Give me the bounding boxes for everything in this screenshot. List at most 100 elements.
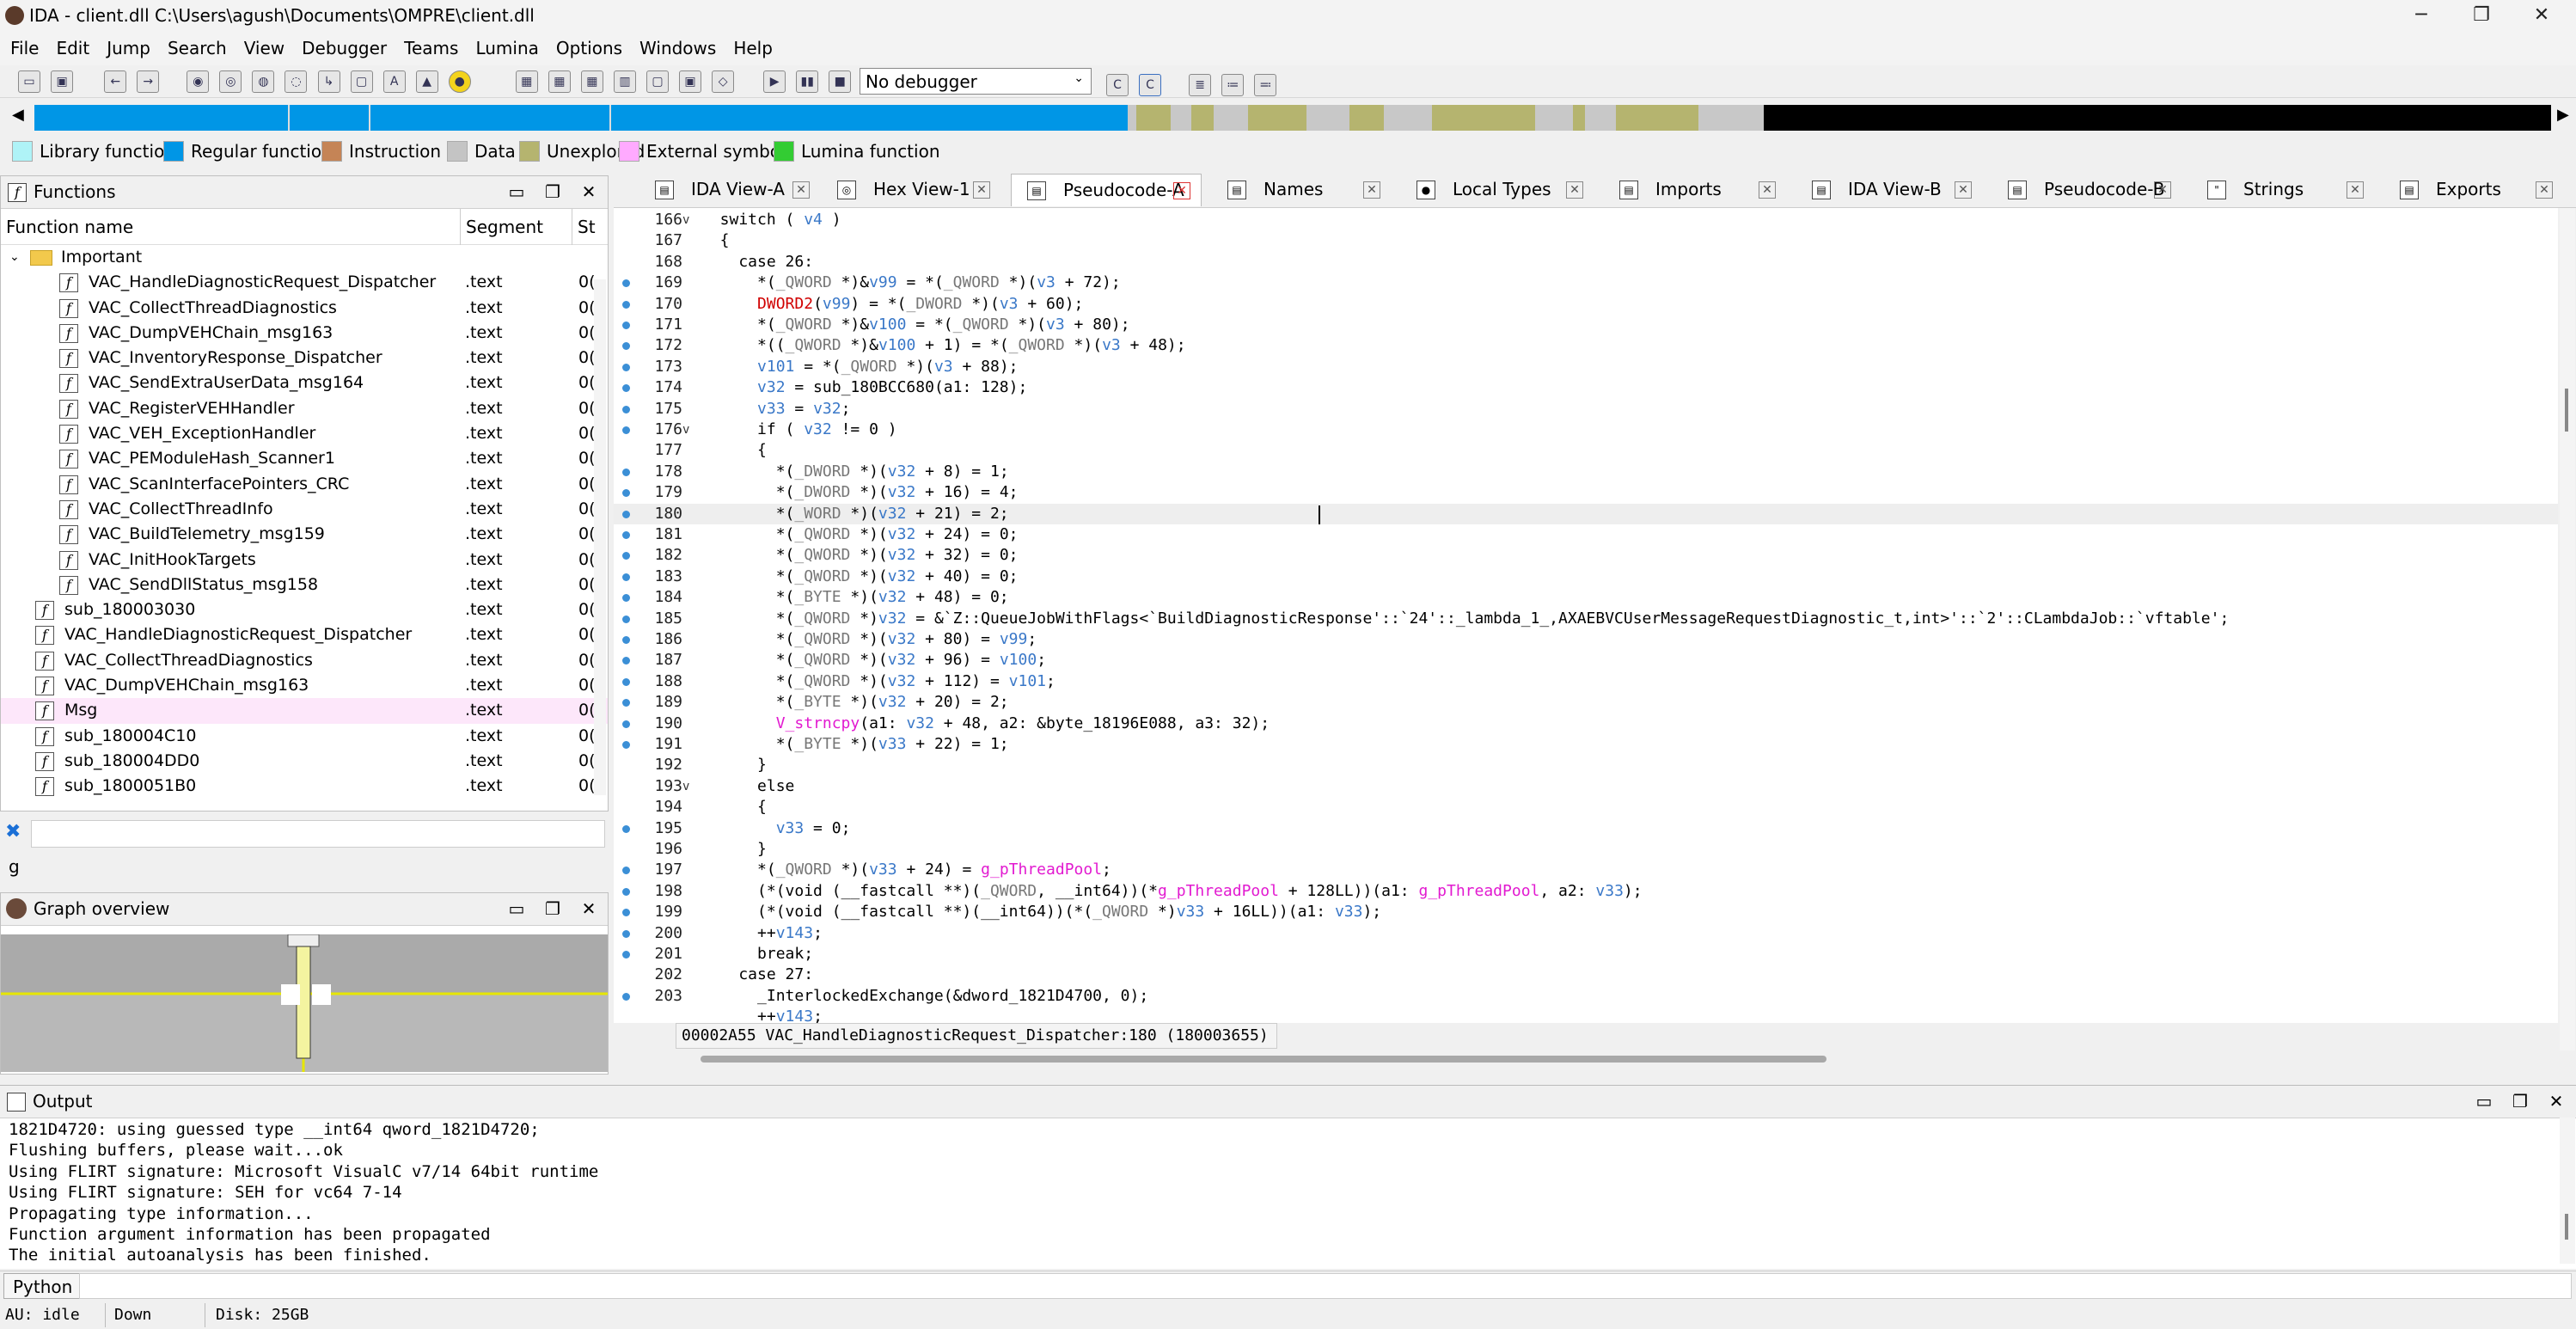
code-line[interactable]: 190 V_strncpy(a1: v32 + 48, a2: &byte_18… <box>614 713 2558 734</box>
tab-close-icon[interactable]: ✕ <box>1955 181 1972 199</box>
function-row[interactable]: f VAC_RegisterVEHHandler .text 0( <box>1 396 608 421</box>
tab-local-types[interactable]: ● Local Types ✕ <box>1401 174 1595 206</box>
code-horizontal-scrollbar[interactable] <box>701 1056 1826 1063</box>
python-language-button[interactable]: Python <box>3 1273 83 1299</box>
menu-edit[interactable]: Edit <box>47 33 98 64</box>
undefine-icon[interactable]: ▢ <box>350 70 373 93</box>
text-icon[interactable]: A <box>382 70 406 93</box>
code-line[interactable]: 203 _InterlockedExchange(&dword_1821D470… <box>614 986 2558 1007</box>
breakpoint-marker-icon[interactable] <box>622 363 630 371</box>
breakpoint-marker-icon[interactable] <box>622 510 630 518</box>
tab-close-icon[interactable]: ✕ <box>1759 181 1776 199</box>
decompile-icon[interactable]: C <box>1139 74 1162 96</box>
folder-row[interactable]: ⌄ Important <box>1 245 608 270</box>
navigation-band[interactable]: ◀ ▶ <box>0 100 2576 134</box>
code-line[interactable]: ++v143; <box>614 1007 2558 1023</box>
column-function-name[interactable]: Function name <box>6 209 133 245</box>
tab-close-icon[interactable]: ✕ <box>973 181 990 199</box>
menu-jump[interactable]: Jump <box>98 33 159 64</box>
breakpoint-marker-icon[interactable] <box>622 887 630 896</box>
function-row[interactable]: f VAC_CollectThreadDiagnostics .text 0( <box>1 296 608 321</box>
function-row[interactable]: f VAC_PEModuleHash_Scanner1 .text 0( <box>1 446 608 471</box>
menu-options[interactable]: Options <box>548 33 631 64</box>
code-line[interactable]: 197 *(_QWORD *)(v33 + 24) = g_pThreadPoo… <box>614 860 2558 880</box>
breakpoint-marker-icon[interactable] <box>622 405 630 413</box>
breakpoint-marker-icon[interactable] <box>622 929 630 938</box>
panel-maximize-icon[interactable]: ▭ <box>499 176 534 207</box>
function-row[interactable]: f VAC_CollectThreadInfo .text 0( <box>1 497 608 522</box>
debugger-select[interactable]: No debugger ⌄ <box>860 68 1092 95</box>
function-row[interactable]: f sub_180003030 .text 0( <box>1 597 608 622</box>
code-line[interactable]: 195 v33 = 0; <box>614 818 2558 839</box>
breakpoint-marker-icon[interactable] <box>622 636 630 644</box>
list-arrow-icon[interactable]: ≔ <box>1221 74 1245 96</box>
code-line[interactable]: 179 *(_DWORD *)(v32 + 16) = 4; <box>614 482 2558 503</box>
output-scrollbar[interactable] <box>2560 1118 2575 1264</box>
tab-close-icon[interactable]: ✕ <box>1566 181 1583 199</box>
function-row[interactable]: f VAC_CollectThreadDiagnostics .text 0( <box>1 648 608 673</box>
functions-scrollbar[interactable] <box>594 279 606 795</box>
code-line[interactable]: 175 v33 = v32; <box>614 399 2558 420</box>
function-row[interactable]: f VAC_InventoryResponse_Dispatcher .text 0( <box>1 346 608 371</box>
tab-close-icon[interactable]: ✕ <box>1173 182 1190 199</box>
enum-icon[interactable]: ▦ <box>580 70 603 93</box>
stop-icon[interactable]: ■ <box>829 70 852 93</box>
fold-chevron-icon[interactable]: v <box>682 420 689 440</box>
code-line[interactable]: 177 { <box>614 440 2558 461</box>
tab-imports[interactable]: ▤ Imports ✕ <box>1604 174 1788 206</box>
list-split-icon[interactable]: ≕ <box>1254 74 1277 96</box>
c-source-icon[interactable]: C <box>1106 74 1129 96</box>
panel-close-icon[interactable]: ✕ <box>572 893 606 924</box>
chevron-down-icon[interactable]: ⌄ <box>9 245 20 270</box>
code-line[interactable]: 168 case 26: <box>614 252 2558 273</box>
breakpoint-marker-icon[interactable] <box>622 279 630 288</box>
breakpoint-marker-icon[interactable] <box>622 699 630 707</box>
function-row[interactable]: f VAC_ScanInterfacePointers_CRC .text 0( <box>1 472 608 497</box>
python-command-input[interactable] <box>79 1273 2572 1299</box>
column-start[interactable]: St <box>572 209 596 245</box>
code-line[interactable]: 184 *(_BYTE *)(v32 + 48) = 0; <box>614 587 2558 608</box>
list-icon[interactable]: ≣ <box>1189 74 1212 96</box>
tab-ida-view-a[interactable]: ▤ IDA View-A ✕ <box>639 174 822 206</box>
back-icon[interactable]: ← <box>104 70 127 93</box>
function-row[interactable]: f VAC_HandleDiagnosticRequest_Dispatcher.… <box>1 622 608 647</box>
jump-icon[interactable]: ◉ <box>187 70 210 93</box>
yellow-circle-icon[interactable]: ● <box>448 70 471 93</box>
fold-chevron-icon[interactable]: v <box>682 776 689 797</box>
code-scrollbar-thumb[interactable] <box>2565 389 2568 432</box>
tab-close-icon[interactable]: ✕ <box>1363 181 1380 199</box>
function-row[interactable]: f VAC_HandleDiagnosticRequest_Dispatcher.… <box>1 270 608 295</box>
panel-float-icon[interactable]: ❐ <box>2503 1086 2537 1117</box>
fold-chevron-icon[interactable]: v <box>682 210 689 230</box>
code-line[interactable]: 188 *(_QWORD *)(v32 + 112) = v101; <box>614 671 2558 692</box>
breakpoint-marker-icon[interactable] <box>622 322 630 329</box>
code-line[interactable]: 194 { <box>614 797 2558 818</box>
breakpoint-marker-icon[interactable] <box>622 951 630 958</box>
column-segment[interactable]: Segment <box>460 209 543 245</box>
pseudocode-view[interactable]: 166 v switch ( v4 ) 167 {168 case 26: 169 *… <box>614 208 2558 1023</box>
breakpoint-marker-icon[interactable] <box>622 342 630 351</box>
tab-close-icon[interactable]: ✕ <box>2347 181 2364 199</box>
tab-close-icon[interactable]: ✕ <box>2154 181 2171 199</box>
xref-icon[interactable]: ◎ <box>219 70 242 93</box>
output-scrollbar-thumb[interactable] <box>2565 1214 2568 1240</box>
menu-file[interactable]: File <box>2 33 47 64</box>
code-line[interactable]: 191 *(_BYTE *)(v33 + 22) = 1; <box>614 734 2558 755</box>
code-line[interactable]: 192 } <box>614 755 2558 775</box>
panel-maximize-icon[interactable]: ▭ <box>2467 1086 2501 1117</box>
open-icon[interactable]: ▭ <box>18 70 41 93</box>
clear-search-icon[interactable]: ✖ <box>5 821 21 842</box>
tab-pseudocode-b[interactable]: ▤ Pseudocode-B ✕ <box>1992 174 2183 206</box>
code-line[interactable]: 169 *(_QWORD *)&v99 = *(_QWORD *)(v3 + 7… <box>614 273 2558 293</box>
tab-strings[interactable]: " Strings ✕ <box>2192 174 2376 206</box>
breakpoint-marker-icon[interactable] <box>622 552 630 560</box>
breakpoint-marker-icon[interactable] <box>622 677 630 686</box>
code-line[interactable]: 173 v101 = *(_QWORD *)(v3 + 88); <box>614 357 2558 377</box>
code-line[interactable]: 167 { <box>614 230 2558 251</box>
search-input[interactable] <box>31 820 605 848</box>
menu-lumina[interactable]: Lumina <box>467 33 547 64</box>
breakpoint-marker-icon[interactable] <box>622 741 630 749</box>
segment-icon[interactable]: ▦ <box>515 70 538 93</box>
menu-search[interactable]: Search <box>159 33 236 64</box>
graph-overview-canvas[interactable] <box>1 934 608 1072</box>
